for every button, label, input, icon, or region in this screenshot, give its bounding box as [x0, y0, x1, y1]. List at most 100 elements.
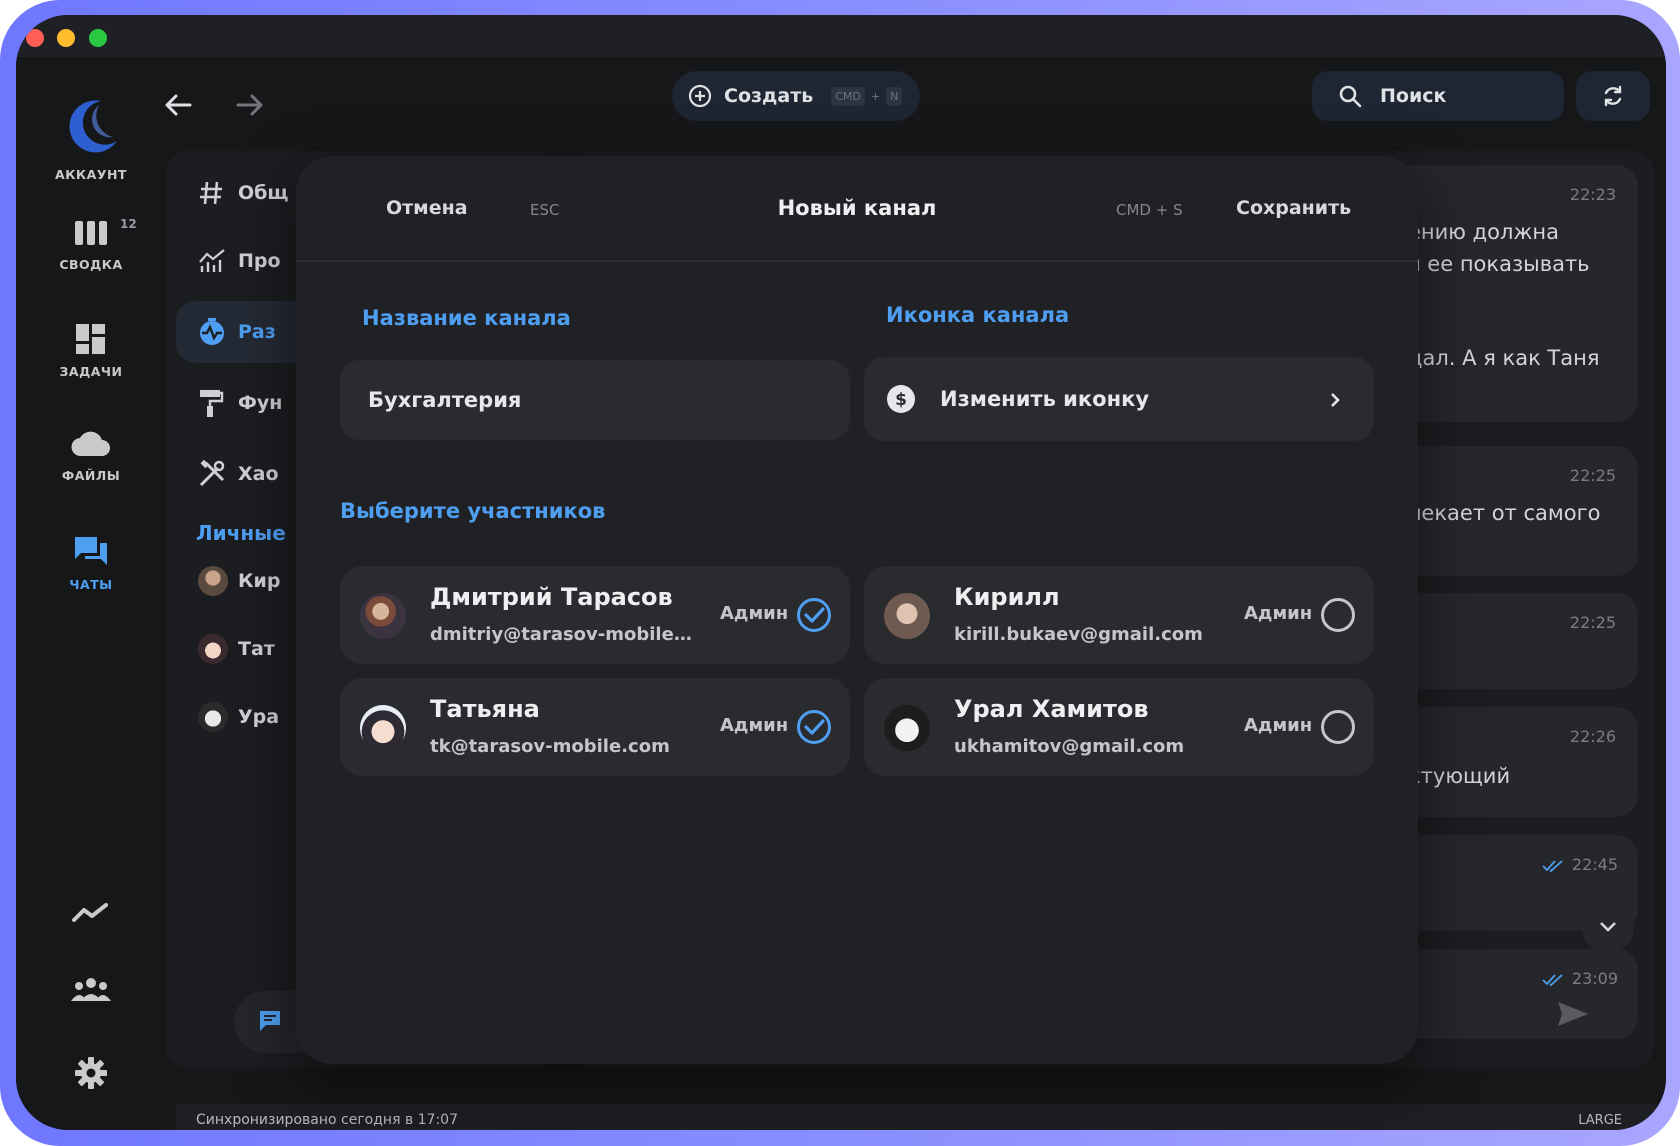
team-button[interactable]: [16, 977, 166, 1005]
empty-circle-icon[interactable]: [1320, 709, 1356, 745]
crescent-logo-icon: [69, 100, 117, 153]
member-card[interactable]: Урал Хамитов ukhamitov@gmail.com Админ: [864, 678, 1374, 776]
double-check-icon: [1542, 974, 1563, 987]
channel-item-chaos[interactable]: Хао: [198, 454, 279, 494]
avatar: [198, 634, 228, 664]
member-card[interactable]: Кирилл kirill.bukaev@gmail.com Админ: [864, 566, 1374, 664]
columns-icon: [75, 221, 107, 245]
member-role: Админ: [1244, 603, 1313, 624]
avatar: [884, 593, 930, 639]
member-email: dmitriy@tarasov-mobile.co…: [430, 624, 698, 645]
channel-label: Ура: [238, 706, 280, 728]
channel-label: Общ: [238, 182, 289, 204]
plus-circle-icon: [688, 84, 712, 108]
member-name: Урал Хамитов: [954, 695, 1149, 723]
scroll-down-button[interactable]: [1582, 901, 1634, 953]
channel-item-general[interactable]: Общ: [198, 173, 288, 213]
channel-item-dev[interactable]: Раз: [198, 312, 276, 352]
hash-icon: [198, 180, 238, 206]
personal-chat-ural[interactable]: Ура: [198, 697, 279, 737]
rail-label: ЗАДАЧИ: [59, 364, 123, 379]
settings-icon: [75, 1057, 107, 1089]
rail-label: СВОДКА: [59, 257, 123, 272]
member-card[interactable]: Дмитрий Тарасов dmitriy@tarasov-mobile.c…: [340, 566, 850, 664]
message-time: 22:25: [1569, 466, 1616, 485]
member-role: Админ: [720, 603, 789, 624]
channel-label: Кир: [238, 570, 281, 592]
new-channel-modal: Отмена ESC Новый канал CMD + S Сохранить…: [296, 156, 1418, 1064]
svg-text:$: $: [895, 390, 907, 410]
channel-label: Хао: [238, 463, 279, 485]
avatar: [884, 705, 930, 751]
search-label: Поиск: [1380, 85, 1447, 107]
rail-item-files[interactable]: ФАЙЛЫ: [16, 430, 166, 483]
channel-label: Тат: [238, 638, 275, 660]
personal-section-label: Личные: [196, 521, 286, 545]
sync-button[interactable]: [1576, 71, 1650, 121]
sync-status: Синхронизировано сегодня в 17:07: [196, 1112, 458, 1128]
check-circle-icon[interactable]: [796, 709, 832, 745]
dollar-icon: $: [887, 385, 915, 413]
app-window: АККАУНТ 12 СВОДКА ЗАДАЧИ ФАЙЛЫ ЧАТЫ Созд…: [16, 15, 1666, 1130]
member-email: ukhamitov@gmail.com: [954, 736, 1185, 757]
title-bar: [16, 15, 1666, 57]
chevron-right-icon: [1331, 393, 1340, 407]
empty-circle-icon[interactable]: [1320, 597, 1356, 633]
message-time: 22:25: [1569, 613, 1616, 632]
message-time: 23:09: [1571, 969, 1618, 988]
create-button[interactable]: Создать CMD + N: [672, 71, 920, 121]
rail-item-tasks[interactable]: ЗАДАЧИ: [16, 324, 166, 379]
channel-icon-label: Иконка канала: [886, 303, 1070, 327]
message-text: дал. А я как Таня: [1408, 346, 1600, 370]
member-role: Админ: [720, 715, 789, 736]
message-text: я ее показывать: [1408, 252, 1590, 276]
team-icon: [71, 978, 111, 1001]
change-icon-label: Изменить иконку: [940, 387, 1150, 411]
send-icon: [1558, 1002, 1588, 1026]
rail-item-summary[interactable]: СВОДКА: [16, 219, 166, 272]
member-email: kirill.bukaev@gmail.com: [954, 624, 1203, 645]
avatar: [360, 705, 406, 751]
personal-chat-kirill[interactable]: Кир: [198, 561, 280, 601]
shortcut-plus: +: [870, 89, 881, 103]
rail-item-account[interactable]: АККАУНТ: [16, 97, 166, 182]
member-name: Кирилл: [954, 583, 1060, 611]
check-circle-icon[interactable]: [796, 597, 832, 633]
channel-label: Фун: [238, 392, 283, 414]
rail-label: ФАЙЛЫ: [61, 468, 121, 483]
save-button[interactable]: Сохранить: [1236, 197, 1351, 219]
channel-item-products[interactable]: Про: [198, 241, 281, 281]
trend-icon: [72, 903, 108, 922]
zoom-window-button[interactable]: [89, 29, 107, 47]
member-name: Дмитрий Тарасов: [430, 583, 673, 611]
close-window-button[interactable]: [26, 29, 44, 47]
modal-header: Отмена ESC Новый канал CMD + S Сохранить: [296, 156, 1418, 260]
forward-button[interactable]: [232, 87, 268, 123]
chat-icon: [75, 537, 107, 565]
rail-item-chats[interactable]: ЧАТЫ: [16, 535, 166, 592]
shortcut-key-cmd: CMD: [831, 86, 865, 106]
channel-name-value: Бухгалтерия: [368, 388, 522, 412]
save-shortcut: CMD + S: [1116, 201, 1183, 219]
status-bar: Синхронизировано сегодня в 17:07 LARGE: [176, 1104, 1662, 1130]
back-button[interactable]: [160, 87, 196, 123]
send-button[interactable]: [1556, 1000, 1590, 1032]
channel-item-functions[interactable]: Фун: [198, 383, 282, 423]
rail-label: АККАУНТ: [55, 167, 127, 182]
settings-button[interactable]: [16, 1057, 166, 1093]
members-label: Выберите участников: [340, 499, 606, 523]
analytics-button[interactable]: [16, 902, 166, 928]
channel-name-input[interactable]: Бухгалтерия: [340, 360, 850, 440]
message-time: 22:45: [1571, 855, 1618, 874]
member-card[interactable]: Татьяна tk@tarasov-mobile.com Админ: [340, 678, 850, 776]
minimize-window-button[interactable]: [57, 29, 75, 47]
personal-chat-tatiana[interactable]: Тат: [198, 629, 275, 669]
arrow-left-icon: [165, 94, 192, 116]
left-rail: АККАУНТ 12 СВОДКА ЗАДАЧИ ФАЙЛЫ ЧАТЫ: [16, 57, 166, 1130]
change-icon-button[interactable]: $ Изменить иконку: [864, 357, 1374, 441]
search-button[interactable]: Поиск: [1312, 71, 1564, 121]
shortcut-key-n: N: [886, 86, 903, 106]
double-check-icon: [1542, 860, 1563, 873]
rail-label: ЧАТЫ: [69, 577, 113, 592]
divider: [296, 260, 1418, 262]
